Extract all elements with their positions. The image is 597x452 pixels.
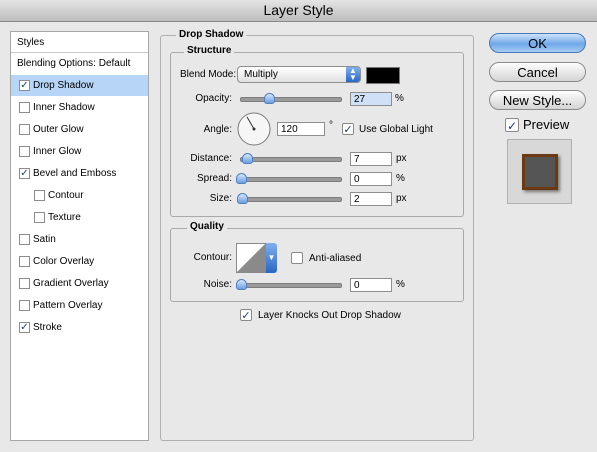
quality-group [170,228,464,302]
blend-mode-select[interactable]: Multiply ▲ ▼ [237,66,361,83]
checkmark-icon: ✓ [506,119,518,133]
size-input[interactable]: 2 [350,192,392,206]
style-item-label: Satin [33,234,56,245]
blend-mode-value: Multiply [244,69,278,80]
opacity-input[interactable]: 27 [350,92,392,106]
style-item[interactable]: Inner Shadow [11,97,148,118]
angle-unit: ° [329,120,333,131]
style-item[interactable]: Contour [11,185,148,206]
contour-picker[interactable]: ▼ [236,243,277,273]
style-item-checkbox[interactable] [19,124,30,135]
style-item[interactable]: Color Overlay [11,251,148,272]
opacity-unit: % [395,93,404,104]
opacity-slider[interactable] [240,97,342,102]
noise-input[interactable]: 0 [350,278,392,292]
checkmark-icon: ✓ [241,310,251,322]
style-item-checkbox[interactable] [19,278,30,289]
angle-dial[interactable] [236,111,272,147]
spread-label: Spread: [196,173,232,184]
knockout-label: Layer Knocks Out Drop Shadow [258,310,401,321]
chevron-updown-icon: ▲ ▼ [346,67,360,82]
style-item[interactable]: Gradient Overlay [11,273,148,294]
style-item-label: Inner Glow [33,146,82,157]
size-slider[interactable] [240,197,342,202]
style-item[interactable]: Blending Options: Default [11,53,148,74]
style-item[interactable]: Outer Glow [11,119,148,140]
noise-slider[interactable] [240,283,342,288]
style-item-checkbox[interactable] [19,146,30,157]
distance-unit: px [396,153,407,164]
global-light-checkbox[interactable]: ✓ [342,123,354,136]
style-item-checkbox[interactable] [19,234,30,245]
size-slider-thumb[interactable] [237,193,248,204]
style-item[interactable]: Texture [11,207,148,228]
spread-slider-thumb[interactable] [236,173,247,184]
angle-input[interactable]: 120 [277,122,325,136]
anti-aliased-label: Anti-aliased [309,253,362,264]
cancel-button[interactable]: Cancel [489,62,586,82]
global-light-label: Use Global Light [359,124,433,135]
style-item[interactable]: ✓ Bevel and Emboss [11,163,148,184]
spread-input[interactable]: 0 [350,172,392,186]
style-item-label: Outer Glow [33,124,84,135]
style-item-checkbox[interactable] [19,102,30,113]
styles-list: Styles Blending Options: Default ✓ Drop Sh… [10,31,149,441]
style-item-checkbox[interactable] [19,300,30,311]
style-item-checkbox[interactable] [34,190,45,201]
knockout-checkbox[interactable]: ✓ [240,309,252,322]
style-item-label: Pattern Overlay [33,300,103,311]
contour-dropdown-icon[interactable]: ▼ [266,243,277,273]
new-style-button[interactable]: New Style... [489,90,586,110]
quality-title: Quality [187,221,227,232]
noise-slider-thumb[interactable] [236,279,247,290]
spread-unit: % [396,173,405,184]
size-label: Size: [209,193,232,204]
distance-slider[interactable] [240,157,342,162]
noise-unit: % [396,279,405,290]
style-item-checkbox[interactable]: ✓ [19,80,30,91]
style-item[interactable]: ✓ Stroke [11,317,148,338]
style-item-label: Bevel and Emboss [33,168,117,179]
opacity-label: Opacity: [195,93,232,104]
styles-header[interactable]: Styles [11,32,148,53]
checkmark-icon: ✓ [343,124,353,136]
style-item-label: Texture [48,212,81,223]
distance-label: Distance: [190,153,232,164]
style-item[interactable]: Satin [11,229,148,250]
drop-shadow-title: Drop Shadow [176,29,247,40]
style-item-label: Drop Shadow [33,80,94,91]
opacity-slider-thumb[interactable] [264,93,275,104]
shadow-color-swatch[interactable] [366,67,400,84]
style-item-checkbox[interactable]: ✓ [19,322,30,333]
preview-thumbnail [507,139,572,204]
style-item[interactable]: Pattern Overlay [11,295,148,316]
style-item-label: Blending Options: Default [17,58,131,69]
style-item[interactable]: Inner Glow [11,141,148,162]
style-item-label: Color Overlay [33,256,95,267]
blend-mode-label: Blend Mode: [180,69,237,80]
ok-button[interactable]: OK [489,33,586,53]
noise-label: Noise: [203,279,232,290]
style-item-label: Contour [48,190,84,201]
contour-preview-icon [236,243,266,273]
window-title: Layer Style [0,0,597,22]
spread-slider[interactable] [240,177,342,182]
preview-checkbox[interactable]: ✓ [505,118,519,133]
style-item-checkbox[interactable] [34,212,45,223]
distance-input[interactable]: 7 [350,152,392,166]
size-unit: px [396,193,407,204]
style-item-checkbox[interactable]: ✓ [19,168,30,179]
preview-swatch [522,154,558,190]
contour-label: Contour: [193,252,232,263]
style-item-label: Inner Shadow [33,102,95,113]
angle-label: Angle: [203,124,232,135]
style-item-label: Gradient Overlay [33,278,109,289]
style-item-checkbox[interactable] [19,256,30,267]
preview-label: Preview [523,117,570,132]
distance-slider-thumb[interactable] [242,153,253,164]
structure-title: Structure [184,45,235,56]
style-item[interactable]: ✓ Drop Shadow [11,75,148,96]
style-item-label: Stroke [33,322,62,333]
anti-aliased-checkbox[interactable] [291,252,303,264]
